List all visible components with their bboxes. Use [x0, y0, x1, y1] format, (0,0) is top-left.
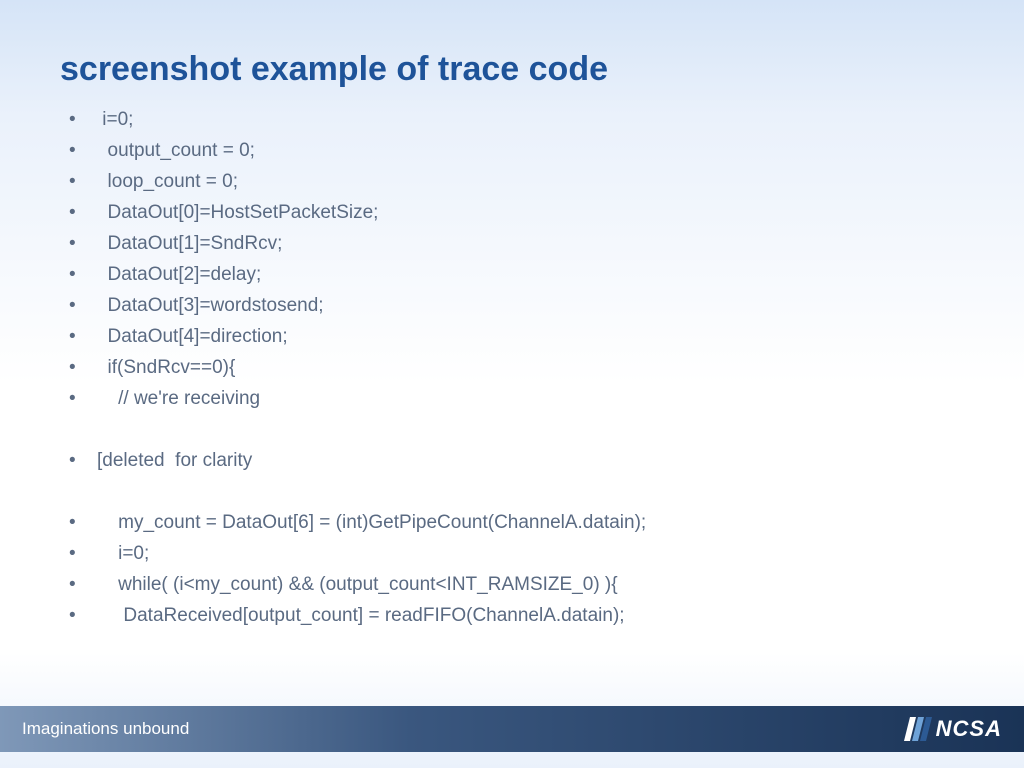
code-bullet-item: i=0; — [65, 105, 964, 136]
code-bullet-item: loop_count = 0; — [65, 167, 964, 198]
ncsa-logo: NCSA — [904, 716, 1002, 742]
ncsa-logo-text: NCSA — [936, 716, 1002, 742]
code-bullet-item: DataReceived[output_count] = readFIFO(Ch… — [65, 601, 964, 632]
code-bullet-item: if(SndRcv==0){ — [65, 353, 964, 384]
code-bullet-item: DataOut[3]=wordstosend; — [65, 291, 964, 322]
code-bullet-list: i=0; output_count = 0; loop_count = 0; D… — [60, 105, 964, 631]
footer-tagline: Imaginations unbound — [22, 719, 189, 739]
code-bullet-item: output_count = 0; — [65, 136, 964, 167]
code-bullet-item: // we're receiving — [65, 384, 964, 415]
code-bullet-item: DataOut[2]=delay; — [65, 260, 964, 291]
slide-title: screenshot example of trace code — [60, 50, 964, 89]
code-bullet-item: i=0; — [65, 539, 964, 570]
footer-bar: Imaginations unbound NCSA — [0, 706, 1024, 752]
ncsa-logo-icon — [904, 717, 932, 741]
code-bullet-item: DataOut[0]=HostSetPacketSize; — [65, 198, 964, 229]
code-bullet-item: while( (i<my_count) && (output_count<INT… — [65, 570, 964, 601]
code-bullet-item: DataOut[4]=direction; — [65, 322, 964, 353]
code-bullet-item: my_count = DataOut[6] = (int)GetPipeCoun… — [65, 508, 964, 539]
code-bullet-item: DataOut[1]=SndRcv; — [65, 229, 964, 260]
code-bullet-item: [deleted for clarity — [65, 446, 964, 477]
